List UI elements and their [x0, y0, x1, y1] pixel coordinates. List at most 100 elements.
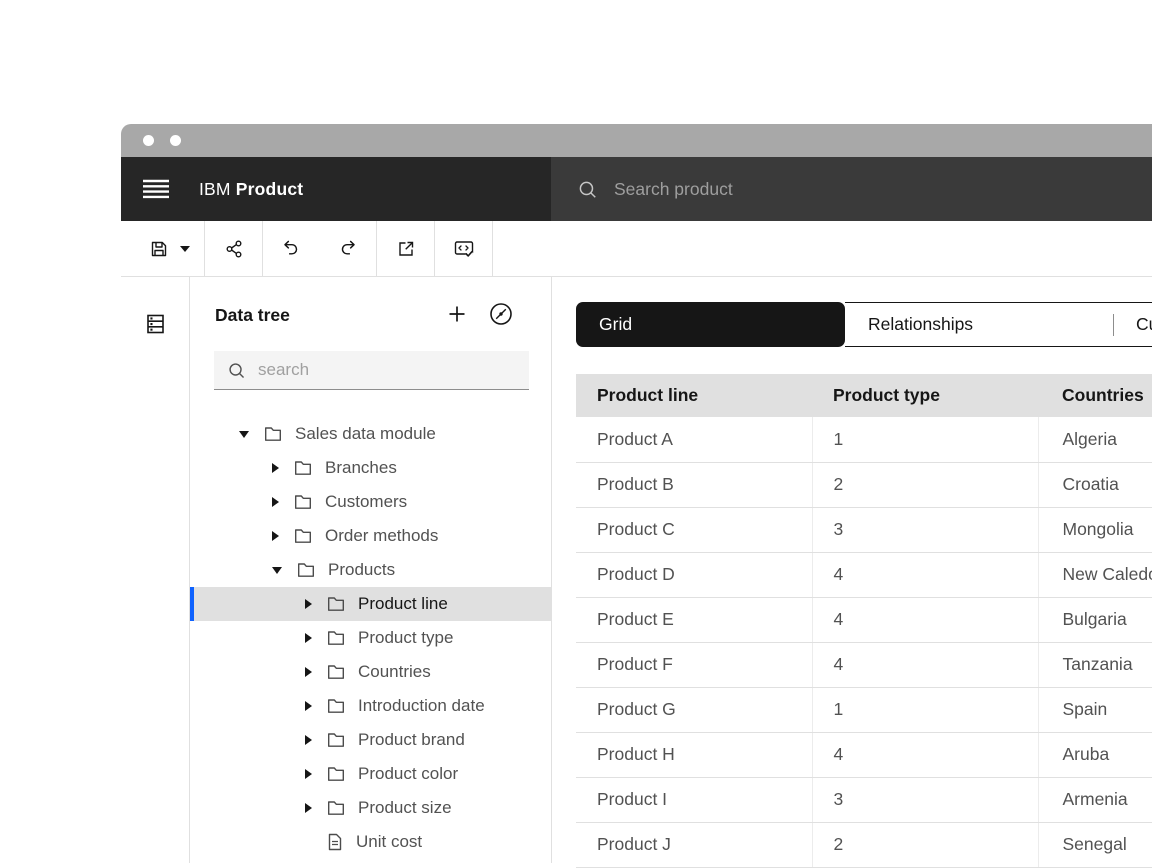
table-cell: 1 [812, 417, 1038, 462]
header-search[interactable] [551, 157, 1152, 221]
folder-icon [327, 732, 345, 748]
table-cell: Product J [576, 822, 812, 867]
folder-icon [327, 800, 345, 816]
caret-right-icon[interactable] [305, 667, 312, 677]
table-row: Product B2Croatia [576, 462, 1152, 507]
caret-down-icon[interactable] [239, 431, 249, 438]
table-row: Product A1Algeria [576, 417, 1152, 462]
tree-item[interactable]: Order methods [190, 519, 551, 553]
folder-icon [294, 494, 312, 510]
table-cell: Algeria [1038, 417, 1152, 462]
search-icon [577, 179, 598, 200]
content-area: Data tree Sales data module Branches Custo… [121, 277, 1152, 863]
save-group [121, 221, 205, 276]
table-row: Product E4Bulgaria [576, 597, 1152, 642]
tree-item-label: Countries [358, 662, 431, 682]
menu-icon[interactable] [143, 179, 169, 199]
table-cell: Product H [576, 732, 812, 777]
launch-group [377, 221, 435, 276]
caret-right-icon[interactable] [305, 735, 312, 745]
caret-down-icon[interactable] [272, 567, 282, 574]
caret-right-icon[interactable] [272, 463, 279, 473]
table-cell: 3 [812, 777, 1038, 822]
tree-item[interactable]: Product line [190, 587, 551, 621]
table-cell: Product B [576, 462, 812, 507]
folder-icon [327, 630, 345, 646]
tree-item[interactable]: Branches [190, 451, 551, 485]
share-icon[interactable] [224, 239, 244, 259]
table-cell: Croatia [1038, 462, 1152, 507]
tree-item[interactable]: Product color [190, 757, 551, 791]
caret-right-icon[interactable] [305, 701, 312, 711]
tree-item-label: Customers [325, 492, 407, 512]
save-icon[interactable] [149, 239, 169, 259]
tree-item-label: Products [328, 560, 395, 580]
tree-item[interactable]: Customers [190, 485, 551, 519]
tree-item[interactable]: Product brand [190, 723, 551, 757]
tree-item[interactable]: Products [190, 553, 551, 587]
table-cell: Spain [1038, 687, 1152, 732]
table-cell: Armenia [1038, 777, 1152, 822]
grid-body: Product A1AlgeriaProduct B2CroatiaProduc… [576, 417, 1152, 867]
table-cell: Bulgaria [1038, 597, 1152, 642]
caret-right-icon[interactable] [305, 633, 312, 643]
tab-grid[interactable]: Grid [576, 302, 845, 347]
table-cell: New Caledonia [1038, 552, 1152, 597]
main-area: GridRelationshipsCustom tables Product l… [552, 277, 1152, 863]
column-header[interactable]: Countries [1038, 374, 1152, 417]
tree-item-label: Branches [325, 458, 397, 478]
save-dropdown-caret[interactable] [180, 246, 190, 252]
table-cell: Tanzania [1038, 642, 1152, 687]
folder-icon [294, 460, 312, 476]
table-cell: Product F [576, 642, 812, 687]
column-header[interactable]: Product type [812, 374, 1038, 417]
table-cell: 2 [812, 462, 1038, 507]
tree-item[interactable]: Countries [190, 655, 551, 689]
data-grid: Product lineProduct typeCountries Produc… [576, 374, 1152, 868]
tree-item[interactable]: Introduction date [190, 689, 551, 723]
table-cell: Product E [576, 597, 812, 642]
tab-custom-tables[interactable]: Custom tables [1113, 302, 1152, 347]
column-header[interactable]: Product line [576, 374, 812, 417]
undo-icon[interactable] [280, 239, 301, 258]
window-control-dot[interactable] [143, 135, 154, 146]
table-row: Product I3Armenia [576, 777, 1152, 822]
compass-icon[interactable] [488, 301, 514, 327]
grid-header: Product lineProduct typeCountries [576, 374, 1152, 417]
tree-item-label: Unit cost [356, 832, 422, 852]
caret-right-icon[interactable] [305, 803, 312, 813]
tree-search-input[interactable] [258, 360, 508, 380]
tree-item[interactable]: Unit cost [190, 825, 551, 859]
data-tree-panel: Data tree Sales data module Branches Custo… [190, 277, 552, 863]
code-check-group [435, 221, 493, 276]
tree-item[interactable]: Product type [190, 621, 551, 655]
code-check-icon[interactable] [453, 238, 475, 259]
redo-icon[interactable] [338, 239, 359, 258]
tree-item-label: Product type [358, 628, 453, 648]
table-cell: 4 [812, 597, 1038, 642]
folder-icon [327, 664, 345, 680]
tree-item[interactable]: Sales data module [190, 417, 551, 451]
caret-right-icon[interactable] [272, 531, 279, 541]
caret-right-icon[interactable] [272, 497, 279, 507]
data-tree-header: Data tree [190, 301, 551, 333]
header-search-input[interactable] [614, 179, 1034, 200]
caret-right-icon[interactable] [305, 769, 312, 779]
add-icon[interactable] [448, 305, 466, 323]
table-cell: 4 [812, 732, 1038, 777]
window-control-dot[interactable] [170, 135, 181, 146]
folder-icon [327, 596, 345, 612]
table-row: Product F4Tanzania [576, 642, 1152, 687]
toolbar [121, 221, 1152, 277]
tree-search[interactable] [214, 351, 529, 390]
catalog-icon[interactable] [145, 313, 166, 335]
window-titlebar[interactable] [121, 124, 1152, 157]
launch-icon[interactable] [396, 239, 416, 259]
caret-right-icon[interactable] [305, 599, 312, 609]
table-cell: Product I [576, 777, 812, 822]
table-cell: Senegal [1038, 822, 1152, 867]
tree-item-label: Product brand [358, 730, 465, 750]
tab-relationships[interactable]: Relationships [845, 302, 1113, 347]
tree-list: Sales data module Branches Customers Order … [190, 417, 551, 859]
tree-item[interactable]: Product size [190, 791, 551, 825]
